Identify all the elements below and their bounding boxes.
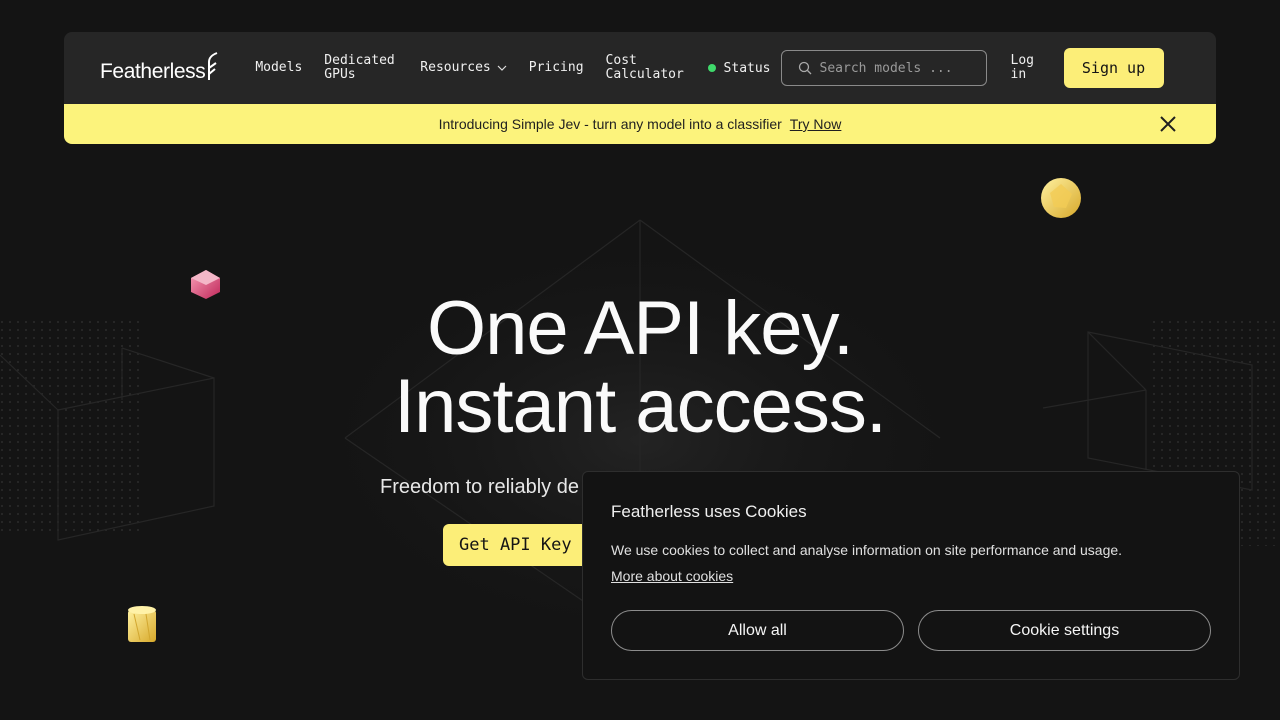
gold-sphere-icon bbox=[1041, 178, 1081, 218]
hero-subtitle: Freedom to reliably de bbox=[380, 476, 579, 498]
nav-dedicated-gpus[interactable]: Dedicated GPUs bbox=[324, 54, 398, 82]
status-dot-icon bbox=[707, 64, 716, 72]
close-icon[interactable] bbox=[1158, 114, 1178, 134]
nav-resources[interactable]: Resources bbox=[420, 60, 507, 75]
cookie-dialog: Featherless uses Cookies We use cookies … bbox=[582, 471, 1240, 680]
allow-all-button[interactable]: Allow all bbox=[611, 610, 904, 651]
status-label: Status bbox=[723, 60, 771, 76]
gold-cylinder-icon bbox=[128, 606, 156, 642]
logo[interactable]: Featherless bbox=[100, 52, 219, 84]
hero-title: One API key. Instant access. bbox=[0, 290, 1280, 446]
more-about-cookies-link[interactable]: More about cookies bbox=[611, 568, 733, 584]
get-api-key-button[interactable]: Get API Key bbox=[443, 524, 603, 566]
banner-try-now-link[interactable]: Try Now bbox=[790, 116, 842, 132]
cookie-buttons: Allow all Cookie settings bbox=[611, 610, 1211, 651]
nav-cost-calculator[interactable]: Cost Calculator bbox=[606, 54, 686, 82]
hero-title-line1: One API key. bbox=[427, 286, 854, 371]
logo-text: Featherless bbox=[100, 60, 206, 83]
banner-text: Introducing Simple Jev - turn any model … bbox=[438, 116, 782, 132]
hero-title-line2: Instant access. bbox=[394, 364, 887, 449]
announcement-banner: Introducing Simple Jev - turn any model … bbox=[64, 104, 1216, 144]
main-nav: Models Dedicated GPUs Resources Pricing … bbox=[255, 54, 707, 82]
feather-logo-icon bbox=[208, 52, 218, 80]
cookie-text: We use cookies to collect and analyse in… bbox=[611, 542, 1123, 558]
search-icon bbox=[798, 61, 811, 75]
search-input[interactable] bbox=[819, 60, 970, 76]
cookie-settings-button[interactable]: Cookie settings bbox=[918, 610, 1211, 651]
nav-pricing[interactable]: Pricing bbox=[529, 61, 584, 75]
login-link[interactable]: Log in bbox=[1011, 54, 1041, 82]
nav-resources-label: Resources bbox=[420, 60, 491, 75]
signup-button[interactable]: Sign up bbox=[1063, 48, 1164, 88]
status-link[interactable]: Status bbox=[707, 60, 771, 76]
nav-models[interactable]: Models bbox=[255, 61, 302, 75]
cookie-title: Featherless uses Cookies bbox=[611, 502, 807, 521]
chevron-down-icon bbox=[497, 65, 507, 71]
navbar: Featherless Models Dedicated GPUs Resour… bbox=[64, 32, 1216, 104]
search-box[interactable] bbox=[780, 50, 987, 86]
